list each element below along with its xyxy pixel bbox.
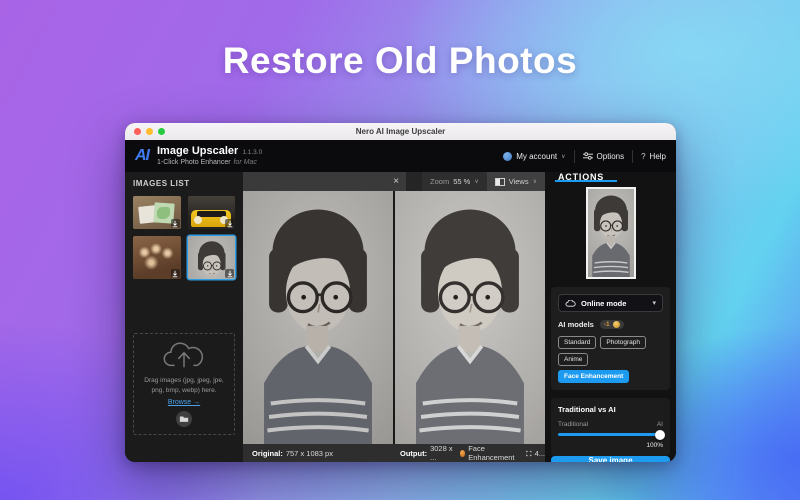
image-canvas: × Zoom 55 % ∨ Views ∨ (243, 172, 545, 462)
credit-cost-badge: -1 (600, 320, 624, 329)
dropzone-text: Drag images (jpg, jpeg, jpe, png, bmp, w… (144, 376, 224, 397)
model-button-photograph[interactable]: Photograph (600, 336, 646, 349)
selected-image-preview (586, 187, 636, 279)
account-avatar (503, 152, 512, 161)
compare-title: Traditional vs AI (558, 405, 663, 414)
chevron-down-icon: ∨ (561, 153, 565, 160)
active-tab-underline (555, 180, 617, 182)
scale-factor: 4... (535, 449, 545, 458)
close-icon[interactable]: × (393, 177, 399, 187)
upload-cloud-icon (163, 341, 205, 371)
original-portrait-image (243, 191, 393, 444)
divider (632, 150, 633, 163)
thumbnail-book-map[interactable] (133, 196, 181, 229)
output-model-name: Face Enhancement (468, 444, 520, 462)
views-control[interactable]: Views ∨ (487, 172, 545, 191)
images-list-sidebar: IMAGES LIST (125, 172, 243, 462)
my-account-menu[interactable]: My account ∨ (503, 152, 565, 161)
download-icon[interactable] (225, 269, 234, 278)
desktop-background: { "hero": { "title": "Restore Old Photos… (0, 0, 800, 500)
download-icon[interactable] (171, 219, 180, 228)
mode-value: Online mode (581, 299, 626, 308)
blend-percentage: 100% (558, 442, 663, 449)
actions-tabbar: ACTIONS (545, 172, 676, 182)
model-buttons: Standard Photograph Anime Face Enhanceme… (558, 336, 663, 383)
zoom-control[interactable]: Zoom 55 % ∨ (422, 172, 487, 191)
model-button-standard[interactable]: Standard (558, 336, 596, 349)
app-window: Nero AI Image Upscaler AI Image Upscaler… (125, 123, 676, 462)
traditional-vs-ai-card: Traditional vs AI Traditional AI 100% (551, 398, 670, 456)
ai-models-label: AI models (558, 320, 594, 329)
thumbnail-portrait-selected[interactable] (188, 236, 236, 279)
help-button[interactable]: ? Help (641, 152, 666, 161)
divider (574, 150, 575, 163)
model-button-anime[interactable]: Anime (558, 353, 588, 366)
thumbnail-yellow-car[interactable] (188, 196, 236, 229)
chevron-down-icon: ∨ (474, 178, 478, 185)
open-folder-button[interactable] (176, 411, 192, 427)
preview-portrait-image (588, 189, 634, 277)
download-icon[interactable] (171, 269, 180, 278)
processing-icon (460, 450, 466, 457)
app-version: 1.1.3.0 (242, 149, 262, 157)
expand-icon (526, 450, 532, 457)
images-list-title: IMAGES LIST (133, 179, 235, 188)
open-image-tab[interactable]: × (243, 172, 406, 191)
output-dimensions: 3028 x ... (430, 444, 455, 462)
zoom-value: 55 % (453, 177, 470, 186)
split-view-icon (495, 178, 505, 186)
compare-stage[interactable] (243, 191, 545, 444)
app-tagline: 1-Click Photo Enhancerfor Mac (157, 159, 262, 168)
folder-icon (179, 415, 189, 423)
window-title: Nero AI Image Upscaler (125, 127, 676, 136)
output-label: Output: (400, 449, 427, 458)
original-image-pane (243, 191, 393, 444)
app-name: Image Upscaler (157, 145, 238, 159)
chevron-down-icon: ▾ (652, 299, 656, 307)
drag-drop-zone[interactable]: Drag images (jpg, jpeg, jpe, png, bmp, w… (133, 333, 235, 435)
enhanced-portrait-image (395, 191, 545, 444)
blend-slider[interactable] (558, 433, 663, 436)
help-icon: ? (641, 152, 645, 161)
output-image-pane (395, 191, 545, 444)
coin-icon (613, 321, 620, 328)
page-title: Restore Old Photos (0, 40, 800, 82)
download-icon[interactable] (225, 219, 234, 228)
chevron-down-icon: ∨ (533, 178, 537, 185)
window-titlebar: Nero AI Image Upscaler (125, 123, 676, 140)
slider-handle[interactable] (655, 430, 665, 440)
model-settings-card: Online mode ▾ AI models -1 Standard Phot… (551, 287, 670, 390)
save-image-button[interactable]: Save image (551, 456, 670, 462)
app-header: AI Image Upscaler 1.1.3.0 1-Click Photo … (125, 140, 676, 172)
mode-dropdown[interactable]: Online mode ▾ (558, 294, 663, 312)
cloud-icon (565, 300, 576, 307)
ai-label: AI (657, 421, 663, 428)
thumbnail-family-photo[interactable] (133, 236, 181, 279)
traditional-label: Traditional (558, 421, 588, 428)
actions-panel: ACTIONS Online mode ▾ AI models -1 (545, 172, 676, 462)
nero-ai-logo: AI (135, 147, 149, 165)
canvas-status-bar: Original: 757 x 1083 px Output: 3028 x .… (243, 444, 545, 462)
original-dimensions: 757 x 1083 px (286, 449, 333, 458)
thumbnail-grid (133, 196, 235, 279)
model-button-face-enhancement[interactable]: Face Enhancement (558, 370, 629, 383)
browse-link[interactable]: Browse → (168, 399, 200, 406)
original-label: Original: (252, 449, 283, 458)
canvas-toolbar: × Zoom 55 % ∨ Views ∨ (243, 172, 545, 191)
sliders-icon (583, 152, 593, 160)
options-button[interactable]: Options (583, 152, 625, 161)
